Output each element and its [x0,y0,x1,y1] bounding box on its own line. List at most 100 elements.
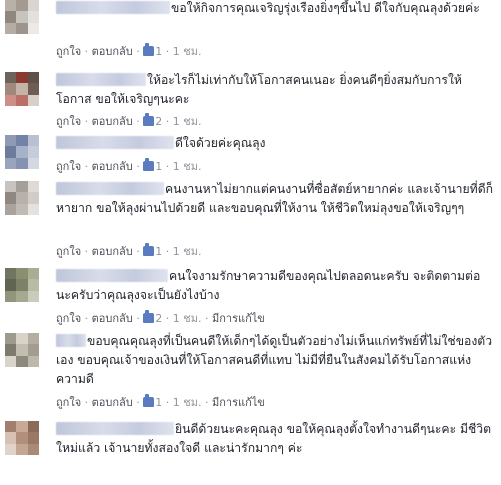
avatar-pixel [5,344,17,356]
avatar-pixel [16,83,28,95]
commenter-name[interactable] [56,73,146,86]
like-icon [143,394,155,407]
timestamp[interactable]: 1 ชม. [173,312,202,325]
avatar-pixel [16,432,28,444]
reply-link[interactable]: ตอบกลับ [92,45,133,58]
avatar-pixel [27,72,39,84]
commenter-name[interactable] [56,1,170,14]
comment-body: ให้อะไรก็ไม่เท่ากับให้โอกาสคนเนอะ ยิ่งคน… [56,71,495,109]
avatar[interactable] [5,0,39,34]
timestamp[interactable]: 1 ชม. [173,45,202,58]
avatar-pixel [27,279,39,291]
avatar-pixel [27,181,39,193]
timestamp[interactable]: 1 ชม. [173,245,202,258]
comment-actions: ถูกใจ · ตอบกลับ · 1 · 1 ชม. · มีการแก้ไข [56,394,265,409]
like-icon [143,243,155,256]
commenter-name[interactable] [56,136,174,149]
like-count[interactable]: 1 [155,245,162,258]
commenter-name[interactable] [56,182,164,195]
timestamp[interactable]: 1 ชม. [173,396,202,409]
avatar-pixel [27,333,39,345]
comment-body: คนงานหาไม่ยากแต่คนงานที่ซื่อสัตย์หายากค่… [56,180,495,218]
avatar-pixel [16,192,28,204]
avatar-pixel [27,421,39,433]
avatar-pixel [5,22,17,34]
avatar-pixel [16,355,28,367]
commenter-name[interactable] [56,269,168,282]
avatar-pixel [5,11,17,23]
like-count[interactable]: 1 [155,160,162,173]
avatar-pixel [27,290,39,302]
avatar-pixel [5,268,17,280]
timestamp[interactable]: 1 ชม. [173,115,202,128]
commenter-name[interactable] [56,334,86,347]
comment-body: ขอบคุณคุณลุงที่เป็นคนดีให้เด็กๆได้ดูเป็น… [56,332,495,389]
reply-link[interactable]: ตอบกลับ [92,160,133,173]
avatar[interactable] [5,72,39,106]
like-link[interactable]: ถูกใจ [56,396,81,409]
like-icon [143,43,155,56]
like-link[interactable]: ถูกใจ [56,312,81,325]
reply-link[interactable]: ตอบกลับ [92,245,133,258]
avatar-pixel [16,333,28,345]
like-icon [143,158,155,171]
like-count[interactable]: 2 [155,312,162,325]
avatar[interactable] [5,268,39,302]
avatar-pixel [16,11,28,23]
avatar-pixel [16,135,28,147]
timestamp[interactable]: 1 ชม. [173,160,202,173]
avatar-pixel [5,72,17,84]
avatar-pixel [16,22,28,34]
like-count[interactable]: 2 [155,115,162,128]
avatar-pixel [5,94,17,106]
avatar-pixel [27,443,39,455]
avatar-pixel [27,22,39,34]
avatar-pixel [16,181,28,193]
avatar-pixel [5,443,17,455]
avatar-pixel [5,290,17,302]
edited-link[interactable]: มีการแก้ไข [212,312,265,325]
avatar-pixel [5,146,17,158]
avatar-pixel [16,290,28,302]
avatar-pixel [5,135,17,147]
avatar[interactable] [5,181,39,215]
avatar-pixel [16,0,28,12]
avatar-pixel [16,94,28,106]
comment-actions: ถูกใจ · ตอบกลับ · 2 · 1 ชม. · มีการแก้ไข [56,310,265,325]
avatar[interactable] [5,421,39,455]
avatar-pixel [27,11,39,23]
edited-link[interactable]: มีการแก้ไข [212,396,265,409]
commenter-name[interactable] [56,422,174,435]
like-link[interactable]: ถูกใจ [56,245,81,258]
reply-link[interactable]: ตอบกลับ [92,115,133,128]
avatar-pixel [5,83,17,95]
avatar-pixel [5,279,17,291]
reply-link[interactable]: ตอบกลับ [92,312,133,325]
avatar[interactable] [5,135,39,169]
like-icon [143,113,155,126]
avatar-pixel [16,146,28,158]
like-link[interactable]: ถูกใจ [56,160,81,173]
avatar-pixel [27,0,39,12]
comment-body: ดีใจด้วยค่ะคุณลุง [56,134,495,153]
avatar-pixel [16,421,28,433]
like-link[interactable]: ถูกใจ [56,115,81,128]
avatar[interactable] [5,333,39,367]
like-count[interactable]: 1 [155,45,162,58]
avatar-pixel [27,146,39,158]
avatar-pixel [27,94,39,106]
avatar-pixel [27,432,39,444]
avatar-pixel [27,192,39,204]
avatar-pixel [5,355,17,367]
avatar-pixel [16,279,28,291]
avatar-pixel [27,344,39,356]
comment-text: ขอบคุณคุณลุงที่เป็นคนดีให้เด็กๆได้ดูเป็น… [56,334,493,386]
comment-actions: ถูกใจ · ตอบกลับ · 2 · 1 ชม. [56,113,202,128]
reply-link[interactable]: ตอบกลับ [92,396,133,409]
avatar-pixel [27,135,39,147]
comment-actions: ถูกใจ · ตอบกลับ · 1 · 1 ชม. [56,43,202,58]
comment-body: ยินดีด้วยนะคะคุณลุง ขอให้คุณลุงตั้งใจทำง… [56,420,495,458]
like-count[interactable]: 1 [155,396,162,409]
avatar-pixel [5,421,17,433]
like-link[interactable]: ถูกใจ [56,45,81,58]
